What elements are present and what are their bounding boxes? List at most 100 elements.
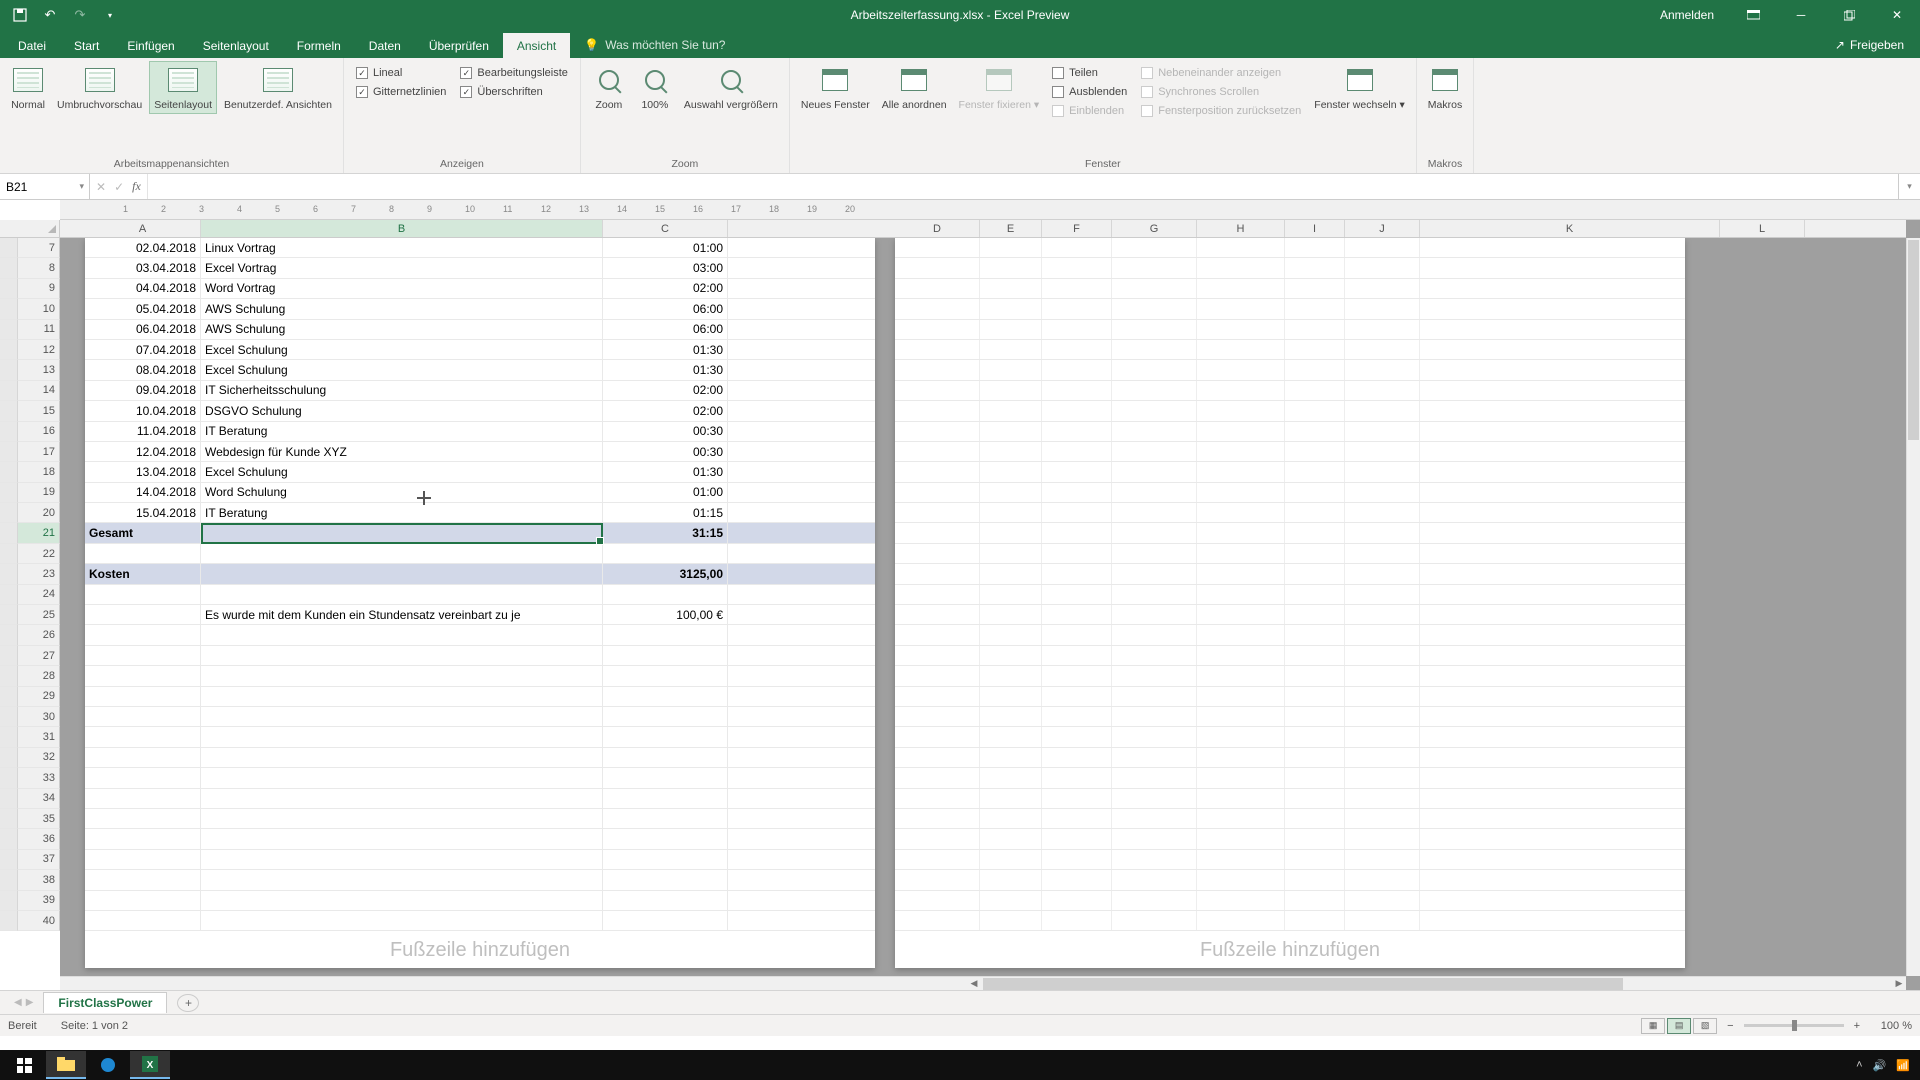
row-header-18[interactable]: 18 [18,462,60,482]
cell-A13[interactable]: 08.04.2018 [85,360,201,379]
tab-einfuegen[interactable]: Einfügen [113,33,188,58]
cell-A37[interactable] [85,850,201,869]
sheet-nav[interactable]: ◀▶ [6,997,41,1008]
row-header-36[interactable]: 36 [18,829,60,849]
cell-C8[interactable]: 03:00 [603,258,728,277]
cell-A38[interactable] [85,870,201,889]
row-headers[interactable]: 7891011121314151617181920212223242526272… [0,238,60,990]
freeze-panes[interactable]: Fenster fixieren ▾ [954,61,1045,123]
cell-A10[interactable]: 05.04.2018 [85,299,201,318]
sheet-tab-active[interactable]: FirstClassPower [43,992,167,1013]
cell-C30[interactable] [603,707,728,726]
cell-B12[interactable]: Excel Schulung [201,340,603,359]
page-1[interactable]: 02.04.2018Linux Vortrag01:0003.04.2018Ex… [85,238,875,968]
row-header-35[interactable]: 35 [18,809,60,829]
cell-B26[interactable] [201,625,603,644]
row-header-24[interactable]: 24 [18,585,60,605]
cell-B30[interactable] [201,707,603,726]
col-header-F[interactable]: F [1042,220,1112,237]
row-header-21[interactable]: 21 [18,523,60,543]
cell-A25[interactable] [85,605,201,624]
cell-B22[interactable] [201,544,603,563]
col-header-J[interactable]: J [1345,220,1420,237]
formula-input[interactable] [148,174,1898,199]
cell-C38[interactable] [603,870,728,889]
cell-B10[interactable]: AWS Schulung [201,299,603,318]
cell-A26[interactable] [85,625,201,644]
cell-B24[interactable] [201,585,603,604]
horizontal-ruler[interactable]: 1234567891011121314151617181920 [60,200,1920,220]
cell-C40[interactable] [603,911,728,930]
zoom-slider[interactable] [1744,1024,1844,1027]
cell-C26[interactable] [603,625,728,644]
cell-C23[interactable]: 3125,00 [603,564,728,583]
minimize-button[interactable]: ─ [1778,0,1824,30]
chk-gitternetz[interactable]: ✓Gitternetzlinien [356,86,446,98]
macros-button[interactable]: Makros [1423,61,1467,114]
cell-C22[interactable] [603,544,728,563]
tab-datei[interactable]: Datei [4,33,60,58]
cell-B39[interactable] [201,891,603,910]
tray-network-icon[interactable]: 📶 [1896,1059,1910,1072]
cell-C21[interactable]: 31:15 [603,523,728,542]
row-header-38[interactable]: 38 [18,870,60,890]
cell-B13[interactable]: Excel Schulung [201,360,603,379]
cell-B9[interactable]: Word Vortrag [201,279,603,298]
view-pagebreak[interactable]: Umbruchvorschau [52,61,147,114]
cell-C37[interactable] [603,850,728,869]
cell-A35[interactable] [85,809,201,828]
page-2[interactable]: Fußzeile hinzufügen [895,238,1685,968]
row-header-22[interactable]: 22 [18,544,60,564]
row-header-29[interactable]: 29 [18,687,60,707]
statusbar-view-normal[interactable]: ▦ [1641,1018,1665,1034]
cell-C25[interactable]: 100,00 € [603,605,728,624]
row-header-15[interactable]: 15 [18,401,60,421]
cell-C28[interactable] [603,666,728,685]
cell-B18[interactable]: Excel Schulung [201,462,603,481]
cell-A12[interactable]: 07.04.2018 [85,340,201,359]
cell-C24[interactable] [603,585,728,604]
fx-icon[interactable]: fx [132,179,141,194]
column-headers[interactable]: ABCDEFGHIJKL [60,220,1906,238]
cell-A14[interactable]: 09.04.2018 [85,381,201,400]
cell-B40[interactable] [201,911,603,930]
col-header-I[interactable]: I [1285,220,1345,237]
cell-A33[interactable] [85,768,201,787]
row-header-10[interactable]: 10 [18,299,60,319]
chk-bearbeitungsleiste[interactable]: ✓Bearbeitungsleiste [460,67,568,79]
cell-C27[interactable] [603,646,728,665]
cell-A17[interactable]: 12.04.2018 [85,442,201,461]
signin-button[interactable]: Anmelden [1646,8,1728,22]
zoom-percent[interactable]: 100 % [1860,1020,1912,1032]
cell-C9[interactable]: 02:00 [603,279,728,298]
row-header-11[interactable]: 11 [18,320,60,340]
col-header-G[interactable]: G [1112,220,1197,237]
undo-button[interactable]: ↶ [38,4,62,26]
cell-A16[interactable]: 11.04.2018 [85,422,201,441]
cell-B27[interactable] [201,646,603,665]
add-sheet-button[interactable]: + [177,994,199,1012]
col-header-B[interactable]: B [201,220,603,237]
cell-A20[interactable]: 15.04.2018 [85,503,201,522]
cell-B35[interactable] [201,809,603,828]
cell-C19[interactable]: 01:00 [603,483,728,502]
col-header-E[interactable]: E [980,220,1042,237]
row-header-28[interactable]: 28 [18,666,60,686]
tray-volume-icon[interactable]: 🔊 [1873,1059,1887,1072]
row-header-26[interactable]: 26 [18,625,60,645]
col-header-A[interactable]: A [85,220,201,237]
cell-A28[interactable] [85,666,201,685]
cell-A40[interactable] [85,911,201,930]
cell-B32[interactable] [201,748,603,767]
row-header-37[interactable]: 37 [18,850,60,870]
zoom-selection[interactable]: Auswahl vergrößern [679,61,783,114]
cell-A39[interactable] [85,891,201,910]
cell-B19[interactable]: Word Schulung [201,483,603,502]
cell-A34[interactable] [85,789,201,808]
maximize-button[interactable] [1826,0,1872,30]
footer-placeholder-2[interactable]: Fußzeile hinzufügen [895,939,1685,962]
row-header-13[interactable]: 13 [18,360,60,380]
cell-B36[interactable] [201,829,603,848]
cell-A32[interactable] [85,748,201,767]
chk-lineal[interactable]: ✓Lineal [356,67,446,79]
